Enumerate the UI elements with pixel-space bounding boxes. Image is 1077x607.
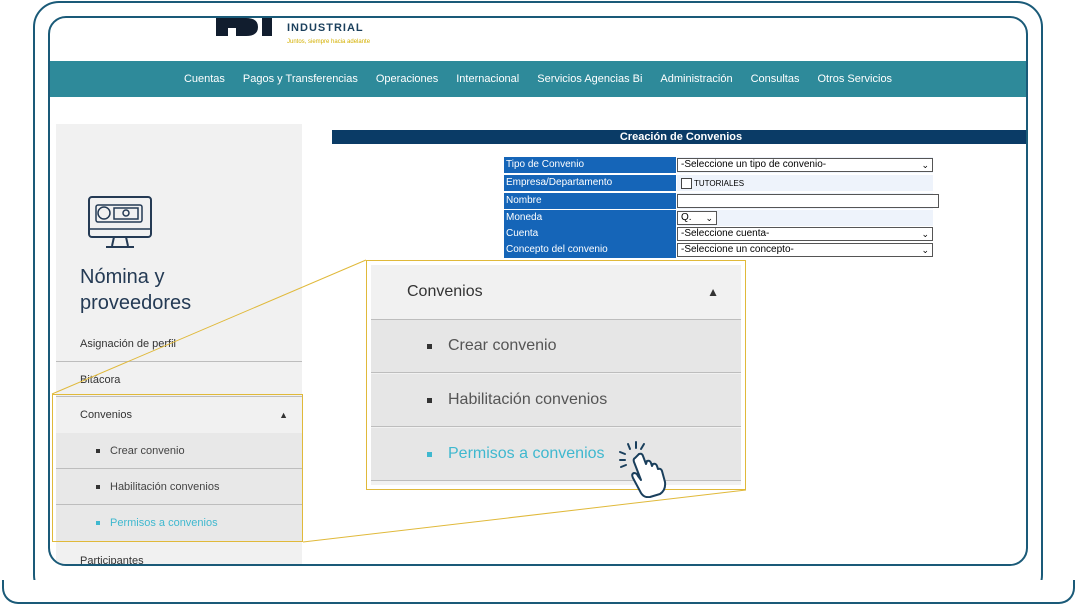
bullet-icon: [427, 343, 432, 349]
caret-up-icon: ▲: [707, 285, 719, 299]
zoom-inner: Convenios ▲ Crear convenio Habilitación …: [371, 265, 741, 485]
zoom-convenios-header[interactable]: Convenios ▲: [371, 265, 741, 320]
hand-pointer-icon: [619, 441, 667, 498]
zoom-habilitacion-convenios[interactable]: Habilitación convenios: [371, 374, 741, 427]
zoom-panel: Convenios ▲ Crear convenio Habilitación …: [366, 260, 746, 490]
zoom-permisos-convenios[interactable]: Permisos a convenios: [371, 428, 741, 481]
bullet-icon: [427, 451, 432, 457]
bullet-icon: [427, 397, 432, 403]
zoom-crear-convenio[interactable]: Crear convenio: [371, 320, 741, 373]
